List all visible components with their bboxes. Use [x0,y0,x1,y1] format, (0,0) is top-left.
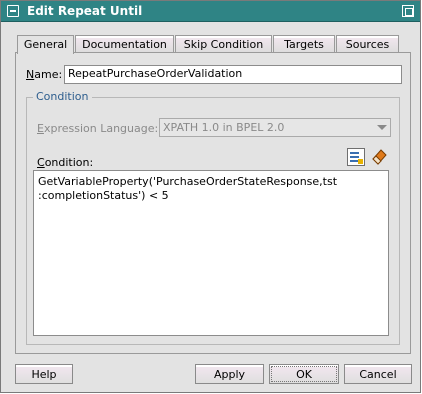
xpath-expression-builder-icon[interactable] [347,148,365,166]
tab-label: Documentation [82,38,167,51]
tab-label: General [23,38,68,51]
tab-label: Targets [284,38,324,51]
name-label: Name: [26,68,63,81]
tab-general[interactable]: General [17,35,74,54]
ok-button[interactable]: OK [269,364,339,384]
condition-textarea[interactable]: GetVariableProperty('PurchaseOrderStateR… [33,170,389,336]
window-title: Edit Repeat Until [27,4,143,18]
tab-documentation[interactable]: Documentation [75,35,174,53]
cancel-button-label: Cancel [359,368,397,381]
apply-button[interactable]: Apply [195,364,264,384]
help-button[interactable]: Help [15,364,73,384]
tab-sources[interactable]: Sources [336,35,399,53]
chevron-down-icon [377,125,387,130]
expression-language-label: Expression Language: [37,122,159,135]
maximize-icon[interactable] [402,5,414,17]
general-panel: Name: RepeatPurchaseOrderValidation Cond… [15,52,411,354]
window-menu-icon[interactable] [7,5,19,17]
cancel-button[interactable]: Cancel [344,364,412,384]
tab-skip-condition[interactable]: Skip Condition [175,35,272,53]
tab-targets[interactable]: Targets [273,35,335,53]
condition-label: Condition: [37,156,94,169]
eraser-icon[interactable] [369,146,389,166]
apply-button-label: Apply [213,368,246,381]
tab-label: Sources [345,38,390,51]
ok-button-label: OK [296,368,312,381]
condition-group-title: Condition [33,90,92,103]
edit-repeat-until-dialog: Edit Repeat Until General Documentation … [0,0,421,393]
expression-language-value: XPATH 1.0 in BPEL 2.0 [163,121,285,134]
help-button-label: Help [31,368,57,381]
expression-language-select[interactable]: XPATH 1.0 in BPEL 2.0 [159,118,391,137]
condition-group: Condition Expression Language: XPATH 1.0… [26,90,400,345]
name-field[interactable]: RepeatPurchaseOrderValidation [64,65,402,84]
title-bar[interactable]: Edit Repeat Until [1,1,420,22]
tab-label: Skip Condition [183,38,264,51]
